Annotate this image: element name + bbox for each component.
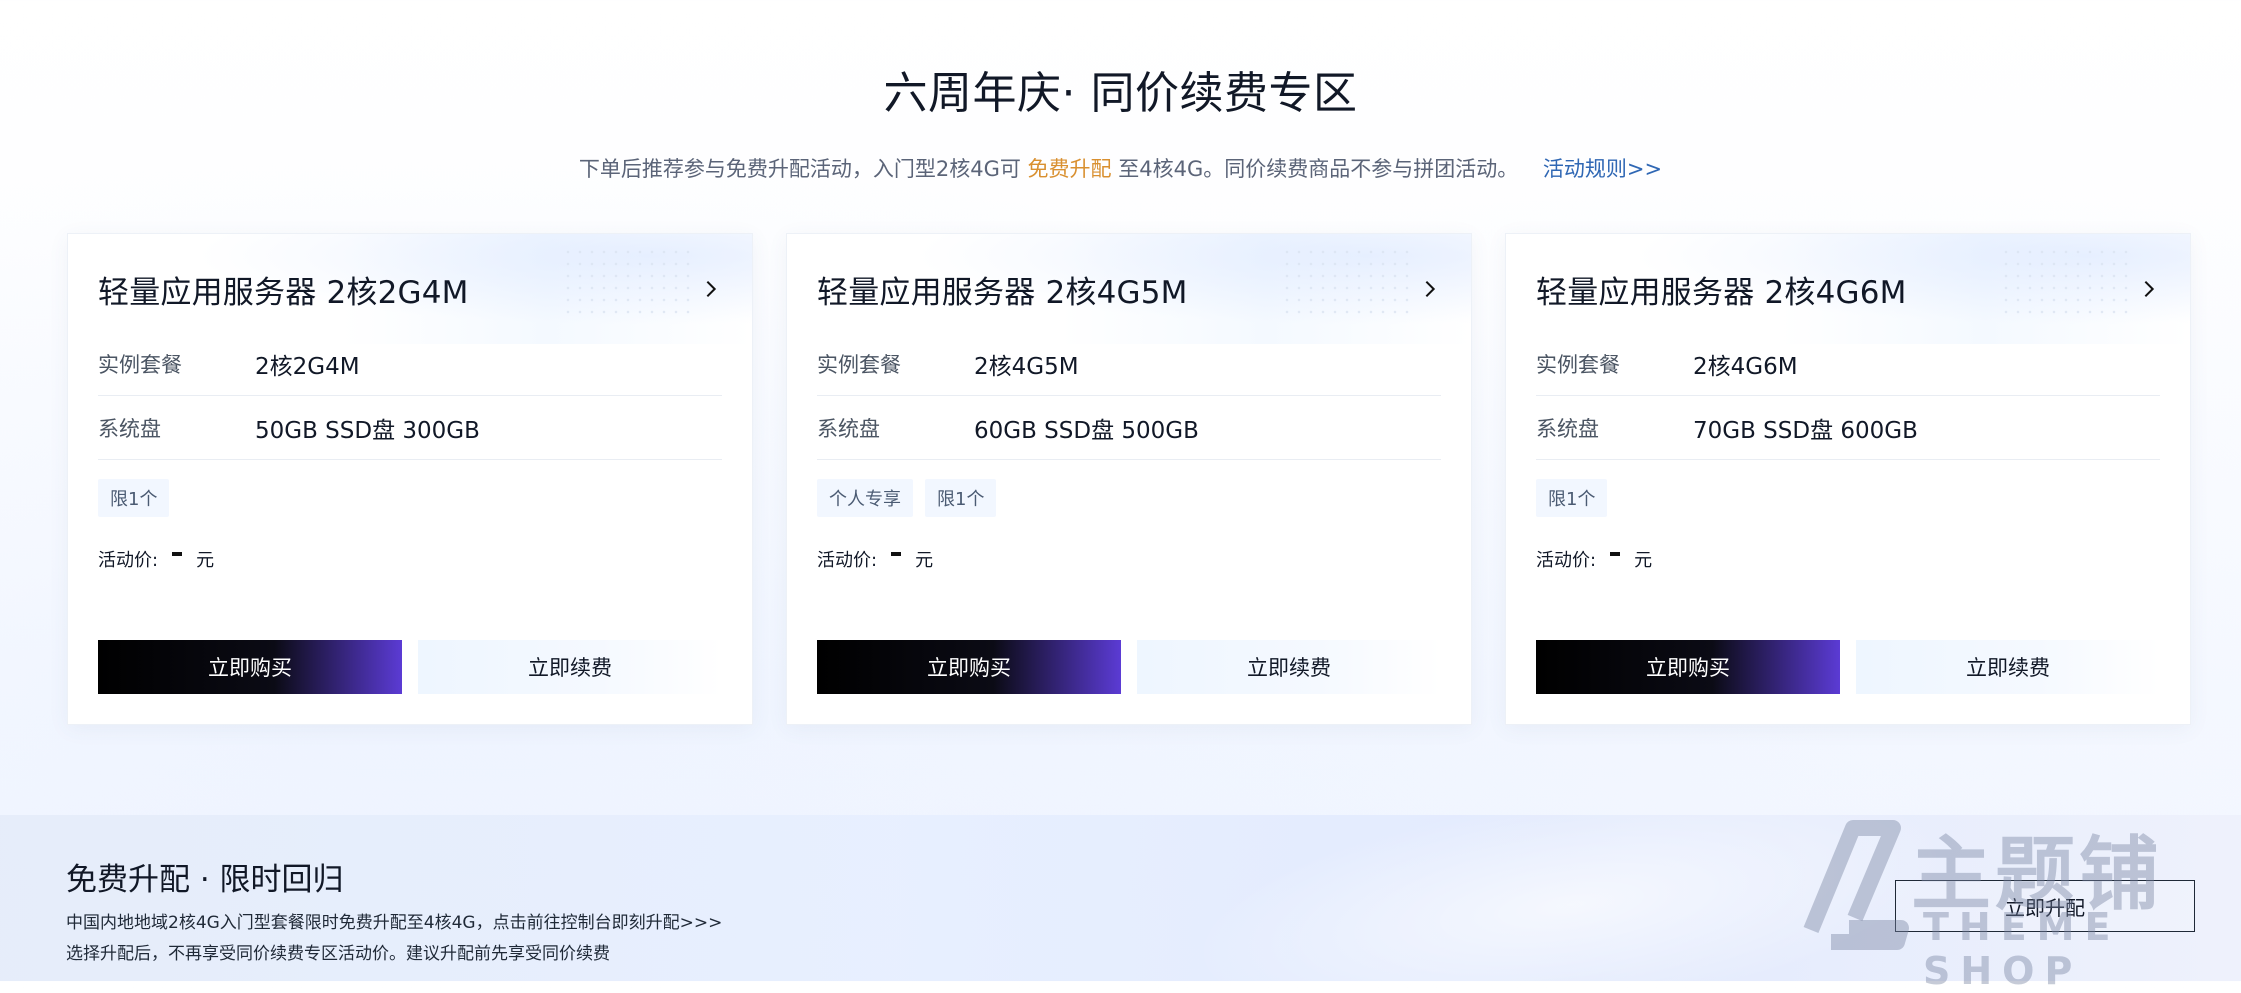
renew-button[interactable]: 立即续费 [1856, 640, 2160, 694]
spec-value: 50GB SSD盘 300GB [255, 417, 480, 444]
price-unit: 元 [915, 550, 934, 571]
banner-title: 免费升配 · 限时回归 [66, 862, 344, 898]
card-title: 轻量应用服务器 2核4G6M [1536, 274, 1907, 311]
renew-button[interactable]: 立即续费 [418, 640, 722, 694]
price-placeholder-dash [1610, 552, 1621, 556]
tag-list: 限1个 [1536, 479, 1608, 517]
banner-description-link[interactable]: 中国内地地域2核4G入门型套餐限时免费升配至4核4G，点击前往控制台即刻升配>>… [66, 908, 722, 933]
price-line: 活动价: 元 [817, 546, 933, 572]
card-actions: 立即购买 立即续费 [98, 640, 722, 694]
product-cards: 轻量应用服务器 2核2G4M 实例套餐 2核2G4M 系统盘 50GB SSD盘… [67, 233, 2191, 725]
chevron-right-icon[interactable] [2138, 278, 2160, 300]
price-unit: 元 [196, 550, 215, 571]
upgrade-now-button[interactable]: 立即升配 [1895, 880, 2195, 932]
spec-row: 实例套餐 2核4G5M [817, 332, 1441, 396]
card-title: 轻量应用服务器 2核4G5M [817, 274, 1188, 311]
limit-tag: 限1个 [98, 479, 170, 517]
price-placeholder-dash [891, 552, 902, 556]
tag-list: 限1个 [98, 479, 170, 517]
spec-list: 实例套餐 2核4G5M 系统盘 60GB SSD盘 500GB [817, 332, 1441, 460]
chevron-right-icon[interactable] [1419, 278, 1441, 300]
card-actions: 立即购买 立即续费 [817, 640, 1441, 694]
spec-label: 系统盘 [817, 416, 880, 441]
rules-link[interactable]: 活动规则>> [1543, 157, 1662, 181]
spec-label: 实例套餐 [817, 352, 901, 377]
price-label: 活动价: [817, 550, 878, 571]
spec-row: 实例套餐 2核4G6M [1536, 332, 2160, 396]
buy-now-button[interactable]: 立即购买 [1536, 640, 1840, 694]
price-placeholder-dash [172, 552, 183, 556]
subtitle-text-1: 下单后推荐参与免费升配活动，入门型2核4G可 [578, 157, 1021, 181]
product-card: 轻量应用服务器 2核2G4M 实例套餐 2核2G4M 系统盘 50GB SSD盘… [67, 233, 753, 725]
buy-now-button[interactable]: 立即购买 [817, 640, 1121, 694]
spec-row: 系统盘 70GB SSD盘 600GB [1536, 396, 2160, 460]
page-title: 六周年庆· 同价续费专区 [883, 68, 1358, 119]
price-label: 活动价: [1536, 550, 1597, 571]
spec-row: 实例套餐 2核2G4M [98, 332, 722, 396]
spec-value: 2核4G5M [974, 353, 1079, 380]
personal-tag: 个人专享 [817, 479, 913, 517]
subtitle-highlight: 免费升配 [1027, 157, 1112, 181]
chevron-right-icon[interactable] [700, 278, 722, 300]
price-line: 活动价: 元 [1536, 546, 1652, 572]
subtitle-text-2: 至4核4G。同价续费商品不参与拼团活动。 [1118, 157, 1519, 181]
card-actions: 立即购买 立即续费 [1536, 640, 2160, 694]
spec-value: 70GB SSD盘 600GB [1693, 417, 1918, 444]
spec-label: 实例套餐 [1536, 352, 1620, 377]
spec-value: 2核2G4M [255, 353, 360, 380]
price-label: 活动价: [98, 550, 159, 571]
card-header[interactable]: 轻量应用服务器 2核4G6M [1536, 264, 2160, 314]
upgrade-banner: 免费升配 · 限时回归 中国内地地域2核4G入门型套餐限时免费升配至4核4G，点… [0, 815, 2241, 981]
banner-note: 选择升配后，不再享受同价续费专区活动价。建议升配前先享受同价续费 [66, 944, 610, 964]
limit-tag: 限1个 [1536, 479, 1608, 517]
spec-row: 系统盘 50GB SSD盘 300GB [98, 396, 722, 460]
spec-label: 实例套餐 [98, 352, 182, 377]
card-header[interactable]: 轻量应用服务器 2核2G4M [98, 264, 722, 314]
spec-list: 实例套餐 2核4G6M 系统盘 70GB SSD盘 600GB [1536, 332, 2160, 460]
renew-button[interactable]: 立即续费 [1137, 640, 1441, 694]
card-header[interactable]: 轻量应用服务器 2核4G5M [817, 264, 1441, 314]
spec-value: 2核4G6M [1693, 353, 1798, 380]
product-card: 轻量应用服务器 2核4G5M 实例套餐 2核4G5M 系统盘 60GB SSD盘… [786, 233, 1472, 725]
spec-value: 60GB SSD盘 500GB [974, 417, 1199, 444]
spec-label: 系统盘 [98, 416, 161, 441]
price-line: 活动价: 元 [98, 546, 214, 572]
spec-label: 系统盘 [1536, 416, 1599, 441]
spec-row: 系统盘 60GB SSD盘 500GB [817, 396, 1441, 460]
page-subtitle: 下单后推荐参与免费升配活动，入门型2核4G可 免费升配 至4核4G。同价续费商品… [0, 153, 2241, 183]
buy-now-button[interactable]: 立即购买 [98, 640, 402, 694]
tag-list: 个人专享 限1个 [817, 479, 997, 517]
limit-tag: 限1个 [925, 479, 997, 517]
product-card: 轻量应用服务器 2核4G6M 实例套餐 2核4G6M 系统盘 70GB SSD盘… [1505, 233, 2191, 725]
price-unit: 元 [1634, 550, 1653, 571]
card-title: 轻量应用服务器 2核2G4M [98, 274, 469, 311]
spec-list: 实例套餐 2核2G4M 系统盘 50GB SSD盘 300GB [98, 332, 722, 460]
